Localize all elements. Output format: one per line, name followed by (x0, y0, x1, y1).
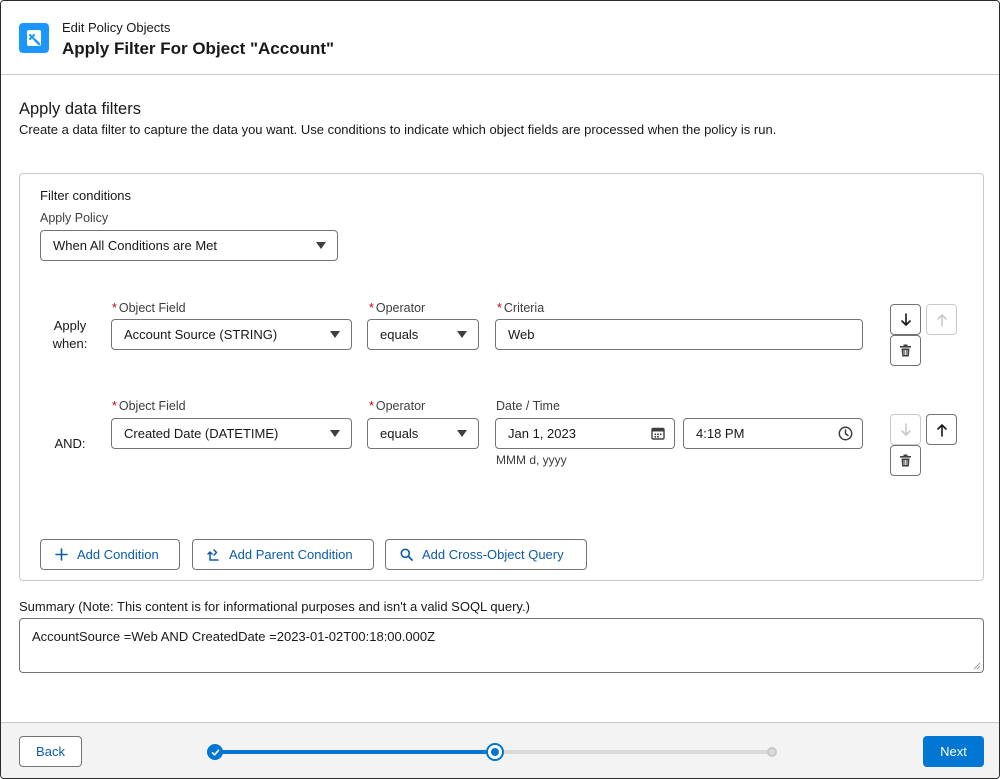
progress-track-complete (215, 750, 495, 754)
header-eyebrow: Edit Policy Objects (62, 20, 171, 35)
delete-icon (900, 454, 911, 467)
filter-conditions-heading: Filter conditions (40, 188, 132, 203)
row-label-line2: when: (52, 336, 88, 351)
move-down-button[interactable] (890, 414, 921, 445)
object-field-label-text: Object Field (118, 301, 186, 315)
arrow-up-icon (936, 423, 947, 437)
summary-label: Summary (Note: This content is for infor… (19, 599, 530, 614)
page-title: Apply Filter For Object "Account" (62, 39, 335, 58)
section-title: Apply data filters (19, 100, 141, 118)
required-marker: * (369, 399, 374, 413)
required-marker: * (497, 301, 502, 315)
modal-footer: Back Next (1, 722, 999, 778)
add-parent-icon (207, 548, 220, 561)
row-label-line1: Apply (53, 318, 87, 333)
add-parent-condition-button[interactable]: Add Parent Condition (192, 539, 374, 570)
summary-value: AccountSource =Web AND CreatedDate =2023… (32, 629, 436, 644)
datetime-label: Date / Time (496, 399, 560, 413)
progress-step-3[interactable] (767, 747, 777, 757)
operator-label-text: Operator (375, 399, 426, 413)
condition-1-row-label: Apply when: (46, 317, 94, 353)
object-field-select[interactable]: Created Date (DATETIME) (111, 418, 352, 449)
criteria-label-text: Criteria (503, 301, 545, 315)
progress-step-1[interactable] (207, 744, 223, 760)
add-condition-button[interactable]: Add Condition (40, 539, 180, 570)
add-cross-object-query-label: Add Cross-Object Query (422, 547, 564, 562)
time-value: 4:18 PM (696, 426, 745, 441)
chevron-down-icon (457, 430, 467, 437)
modal: Edit Policy Objects Apply Filter For Obj… (0, 0, 1000, 779)
operator-value: equals (380, 327, 419, 342)
apply-policy-value: When All Conditions are Met (53, 238, 218, 253)
condition-2-row-label: AND: (54, 436, 86, 451)
progress-track-remaining (495, 750, 772, 754)
object-field-select[interactable]: Account Source (STRING) (111, 319, 352, 350)
filter-conditions-card: Filter conditions Apply Policy When All … (19, 173, 984, 581)
add-condition-label: Add Condition (77, 547, 159, 562)
operator-select[interactable]: equals (367, 418, 479, 449)
delete-condition-button[interactable] (890, 445, 921, 476)
modal-header: Edit Policy Objects Apply Filter For Obj… (1, 1, 999, 75)
calendar-icon[interactable] (651, 426, 665, 440)
search-icon (400, 548, 413, 561)
arrow-up-icon (936, 313, 947, 327)
chevron-down-icon (316, 242, 326, 249)
move-down-button[interactable] (890, 304, 921, 335)
time-input[interactable]: 4:18 PM (683, 418, 863, 449)
chevron-down-icon (330, 430, 340, 437)
move-up-button[interactable] (926, 304, 957, 335)
arrow-down-icon (900, 422, 911, 436)
chevron-down-icon (457, 331, 467, 338)
object-field-label-text: Object Field (118, 399, 186, 413)
required-marker: * (112, 399, 117, 413)
operator-label: * Operator (369, 399, 425, 413)
check-icon (211, 748, 219, 756)
apply-policy-select[interactable]: When All Conditions are Met (40, 230, 338, 261)
chevron-down-icon (330, 331, 340, 338)
operator-select[interactable]: equals (367, 319, 479, 350)
delete-icon (900, 344, 911, 357)
policy-object-icon (19, 23, 49, 53)
object-field-value: Account Source (STRING) (124, 327, 278, 342)
progress-step-2-current[interactable] (486, 743, 504, 761)
resize-grip-icon[interactable] (972, 661, 981, 670)
object-field-label: * Object Field (112, 399, 186, 413)
arrow-down-icon (900, 312, 911, 326)
move-up-button[interactable] (926, 414, 957, 445)
current-step-dot (491, 748, 499, 756)
required-marker: * (112, 301, 117, 315)
back-button[interactable]: Back (19, 736, 82, 767)
date-value: Jan 1, 2023 (508, 426, 576, 441)
add-icon (55, 548, 68, 561)
required-marker: * (369, 301, 374, 315)
object-field-value: Created Date (DATETIME) (124, 426, 279, 441)
delete-condition-button[interactable] (890, 335, 921, 366)
section-description: Create a data filter to capture the data… (19, 122, 777, 137)
apply-policy-label: Apply Policy (40, 211, 109, 225)
next-button[interactable]: Next (923, 736, 984, 767)
date-input[interactable]: Jan 1, 2023 (495, 418, 675, 449)
add-cross-object-query-button[interactable]: Add Cross-Object Query (385, 539, 587, 570)
operator-label-text: Operator (375, 301, 426, 315)
add-parent-condition-label: Add Parent Condition (229, 547, 353, 562)
criteria-label: * Criteria (497, 301, 544, 315)
clock-icon[interactable] (838, 426, 853, 441)
operator-value: equals (380, 426, 419, 441)
object-field-label: * Object Field (112, 301, 186, 315)
operator-label: * Operator (369, 301, 425, 315)
date-format-hint: MMM d, yyyy (496, 453, 567, 467)
criteria-value: Web (508, 327, 535, 342)
criteria-input[interactable]: Web (495, 319, 863, 350)
summary-textarea[interactable]: AccountSource =Web AND CreatedDate =2023… (19, 618, 984, 673)
